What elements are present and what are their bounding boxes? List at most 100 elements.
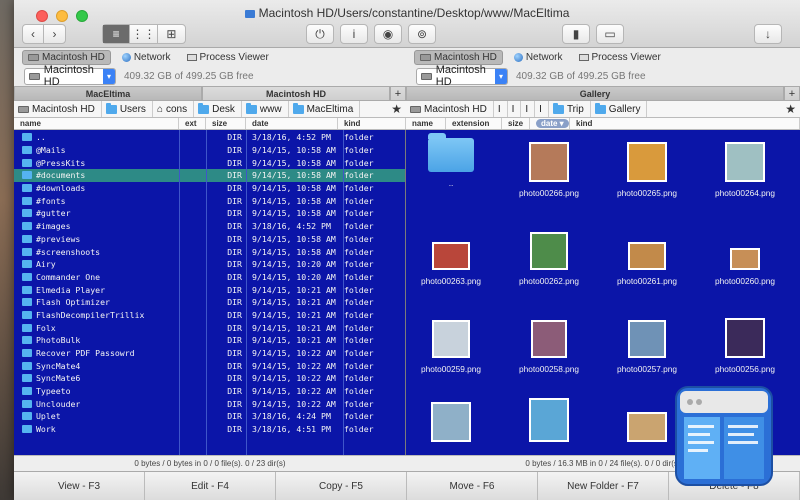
file-row[interactable]: Folx DIR 9/14/15, 10:21 AM folder <box>14 321 406 334</box>
column-name[interactable]: name <box>406 118 446 129</box>
new-folder-f7-button[interactable]: New Folder - F7 <box>538 472 669 500</box>
toggle-hidden-button[interactable]: ⏻ <box>306 24 334 44</box>
right-drive-select[interactable]: Macintosh HD ▾ <box>416 64 508 88</box>
gallery-item[interactable]: photo00262.png <box>504 226 594 286</box>
gallery-item[interactable]: photo00261.png <box>602 226 692 286</box>
left-drive-select[interactable]: Macintosh HD ▾ <box>24 64 116 88</box>
crumb-users[interactable]: Users <box>102 101 153 117</box>
gallery-item[interactable]: .. <box>406 133 496 188</box>
gallery-item[interactable]: photo00263.png <box>406 226 496 286</box>
file-date-cell: 9/14/15, 10:21 AM <box>252 322 336 333</box>
view-f3-button[interactable]: View - F3 <box>14 472 145 500</box>
tab-gallery[interactable]: Gallery <box>406 86 784 101</box>
gallery-item[interactable] <box>504 398 594 448</box>
terminal-button[interactable]: ▭ <box>596 24 624 44</box>
crumb-macintosh-hd[interactable]: Macintosh HD <box>406 101 494 117</box>
archive-button[interactable]: ▮ <box>562 24 590 44</box>
file-row[interactable]: Commander One DIR 9/14/15, 10:20 AM folder <box>14 271 406 284</box>
favorites-star-icon[interactable]: ★ <box>781 102 800 116</box>
brief-view-button[interactable]: ⋮⋮ <box>130 25 158 43</box>
device-process-viewer[interactable]: Process Viewer <box>182 51 274 64</box>
gallery-item[interactable]: photo00266.png <box>504 138 594 198</box>
gallery-item[interactable]: photo00259.png <box>406 314 496 374</box>
crumb-desktop[interactable]: Desk <box>194 101 242 117</box>
search-button[interactable]: ⊚ <box>408 24 436 44</box>
download-button[interactable]: ↓ <box>754 24 782 44</box>
add-tab-button[interactable]: + <box>390 86 406 101</box>
column-size[interactable]: size <box>206 118 246 129</box>
favorites-star-icon[interactable]: ★ <box>387 102 406 116</box>
forward-button[interactable]: › <box>44 25 65 43</box>
file-date-cell: 9/14/15, 10:21 AM <box>252 309 336 320</box>
crumb-collapsed[interactable]: I <box>508 101 522 117</box>
crumb-collapsed[interactable]: I <box>521 101 536 117</box>
file-row[interactable]: #gutter DIR 9/14/15, 10:58 AM folder <box>14 207 406 220</box>
column-extension[interactable]: extension <box>446 118 502 129</box>
process-viewer-icon <box>186 54 197 61</box>
crumb-trip[interactable]: Trip <box>549 101 591 117</box>
column-name[interactable]: name <box>14 118 179 129</box>
info-button[interactable]: i <box>340 24 368 44</box>
file-row[interactable]: Flash Optimizer DIR 9/14/15, 10:21 AM folde… <box>14 296 406 309</box>
file-row[interactable]: .. DIR 3/18/16, 4:52 PM folder <box>14 131 406 144</box>
crumb-collapsed[interactable]: I <box>494 101 508 117</box>
column-kind[interactable]: kind <box>338 118 406 129</box>
crumb-gallery[interactable]: Gallery <box>591 101 648 117</box>
file-row[interactable]: #images DIR 3/18/16, 4:52 PM folder <box>14 220 406 233</box>
gallery-item[interactable]: photo00264.png <box>700 138 790 198</box>
gallery-item[interactable]: photo00260.png <box>700 226 790 286</box>
column-ext[interactable]: ext <box>179 118 206 129</box>
device-network[interactable]: Network <box>117 51 176 64</box>
column-date[interactable]: date ▾ <box>530 118 570 129</box>
file-row[interactable]: #downloads DIR 9/14/15, 10:58 AM folder <box>14 182 406 195</box>
column-date[interactable]: date <box>246 118 338 129</box>
tab-macintosh-hd[interactable]: Macintosh HD <box>202 86 390 101</box>
file-row[interactable]: Elmedia Player DIR 9/14/15, 10:21 AM folder <box>14 283 406 296</box>
file-row[interactable]: SyncMate6 DIR 9/14/15, 10:22 AM folder <box>14 372 406 385</box>
file-date-cell: 3/18/16, 4:51 PM <box>252 424 331 435</box>
file-row[interactable]: #screenshoots DIR 9/14/15, 10:58 AM folder <box>14 245 406 258</box>
thumbnail-view-button[interactable]: ⊞ <box>158 25 185 43</box>
file-row[interactable]: #documents DIR 9/14/15, 10:58 AM folder <box>14 169 406 182</box>
device-macintosh-hd[interactable]: Macintosh HD <box>414 50 503 65</box>
file-row[interactable]: FlashDecompilerTrillix DIR 9/14/15, 10:21 … <box>14 309 406 322</box>
file-row[interactable]: @PressKits DIR 9/14/15, 10:58 AM folder <box>14 156 406 169</box>
file-row[interactable]: #fonts DIR 9/14/15, 10:58 AM folder <box>14 194 406 207</box>
column-kind[interactable]: kind <box>570 118 800 129</box>
file-row[interactable]: Recover PDF Passowrd DIR 9/14/15, 10:22 AM… <box>14 347 406 360</box>
file-row[interactable]: #previews DIR 9/14/15, 10:58 AM folder <box>14 233 406 246</box>
gallery-item[interactable]: photo00256.png <box>700 314 790 374</box>
file-row[interactable]: Unclouder DIR 9/14/15, 10:22 AM folder <box>14 397 406 410</box>
crumb-collapsed[interactable]: I <box>535 101 549 117</box>
file-row[interactable]: Airy DIR 9/14/15, 10:20 AM folder <box>14 258 406 271</box>
edit-f4-button[interactable]: Edit - F4 <box>145 472 276 500</box>
device-process-viewer[interactable]: Process Viewer <box>574 51 666 64</box>
folder-icon <box>198 102 210 114</box>
add-tab-button[interactable]: + <box>784 86 800 101</box>
back-button[interactable]: ‹ <box>23 25 44 43</box>
crumb-maceltima[interactable]: MacEltima <box>289 101 361 117</box>
gallery-item[interactable]: photo00265.png <box>602 138 692 198</box>
gallery-item[interactable]: photo00258.png <box>504 314 594 374</box>
column-size[interactable]: size <box>502 118 530 129</box>
crumb-macintosh-hd[interactable]: Macintosh HD <box>14 101 102 117</box>
list-view-button[interactable]: ≡ <box>103 25 131 43</box>
file-row[interactable]: @Mails DIR 9/14/15, 10:58 AM folder <box>14 144 406 157</box>
tab-maceltima[interactable]: MacEltima <box>14 86 202 101</box>
file-row[interactable]: Typeeto DIR 9/14/15, 10:22 AM folder <box>14 385 406 398</box>
folder-icon <box>22 425 32 434</box>
move-f6-button[interactable]: Move - F6 <box>407 472 538 500</box>
gallery-item[interactable]: photo00257.png <box>602 314 692 374</box>
file-row[interactable]: SyncMate4 DIR 9/14/15, 10:22 AM folder <box>14 359 406 372</box>
quick-look-button[interactable]: ◉ <box>374 24 402 44</box>
device-network[interactable]: Network <box>509 51 568 64</box>
device-macintosh-hd[interactable]: Macintosh HD <box>22 50 111 65</box>
file-row[interactable]: Work DIR 3/18/16, 4:51 PM folder <box>14 423 406 436</box>
crumb-www[interactable]: www <box>242 101 289 117</box>
file-name-cell: Flash Optimizer <box>14 297 179 307</box>
gallery-item[interactable] <box>406 398 496 448</box>
crumb-home[interactable]: ⌂ cons <box>153 101 195 117</box>
file-row[interactable]: PhotoBulk DIR 9/14/15, 10:21 AM folder <box>14 334 406 347</box>
copy-f5-button[interactable]: Copy - F5 <box>276 472 407 500</box>
file-row[interactable]: Uplet DIR 3/18/16, 4:24 PM folder <box>14 410 406 423</box>
